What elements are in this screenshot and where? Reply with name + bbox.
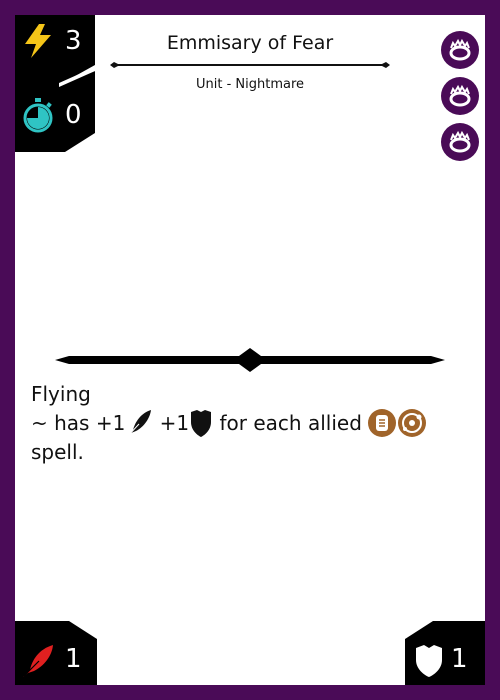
- shield-icon: [416, 645, 442, 677]
- rules-text-segment: for each allied: [213, 411, 369, 435]
- rules-text: Flying ~ has +1 +1 for each allied spell…: [31, 380, 471, 467]
- title-block: Emmisary of Fear Unit - Nightmare: [110, 29, 390, 92]
- game-card[interactable]: 3 0 Emmisary of Fear Unit - Nightmare Fl…: [15, 15, 485, 685]
- defense-value: 1: [451, 644, 468, 674]
- rules-divider: [55, 348, 445, 372]
- scroll-token-icon: [368, 408, 397, 437]
- void-ring-sigil-icon: [441, 123, 479, 161]
- title-rule: [110, 62, 390, 68]
- feather-icon: [126, 409, 152, 437]
- lightning-icon: [25, 24, 51, 58]
- rules-text-segment: +1: [153, 411, 190, 435]
- card-name: Emmisary of Fear: [166, 32, 334, 54]
- stopwatch-icon: [23, 98, 53, 133]
- defense-stat: 1: [405, 621, 485, 685]
- delay-stat: 0: [15, 91, 95, 139]
- void-ring-sigil-icon: [441, 77, 479, 115]
- card-type-line: Unit - Nightmare: [195, 77, 305, 92]
- delay-value: 0: [65, 100, 82, 130]
- cost-value: 3: [65, 26, 82, 56]
- rules-text-segment: ~ has +1: [31, 411, 126, 435]
- rules-line-3: spell.: [31, 440, 84, 464]
- rules-line-2: ~ has +1 +1 for each allied: [31, 408, 471, 438]
- void-ring-sigil-icon: [441, 31, 479, 69]
- shield-icon: [191, 409, 212, 437]
- cost-stat: 3: [15, 17, 95, 65]
- faction-sigils: [441, 31, 479, 169]
- rules-keyword: Flying: [31, 382, 91, 406]
- attack-value: 1: [65, 644, 82, 674]
- orbit-token-icon: [398, 408, 427, 437]
- feather-quill-icon: [23, 645, 53, 677]
- attack-stat: 1: [15, 621, 97, 685]
- cost-delay-panel: 3 0: [15, 15, 95, 152]
